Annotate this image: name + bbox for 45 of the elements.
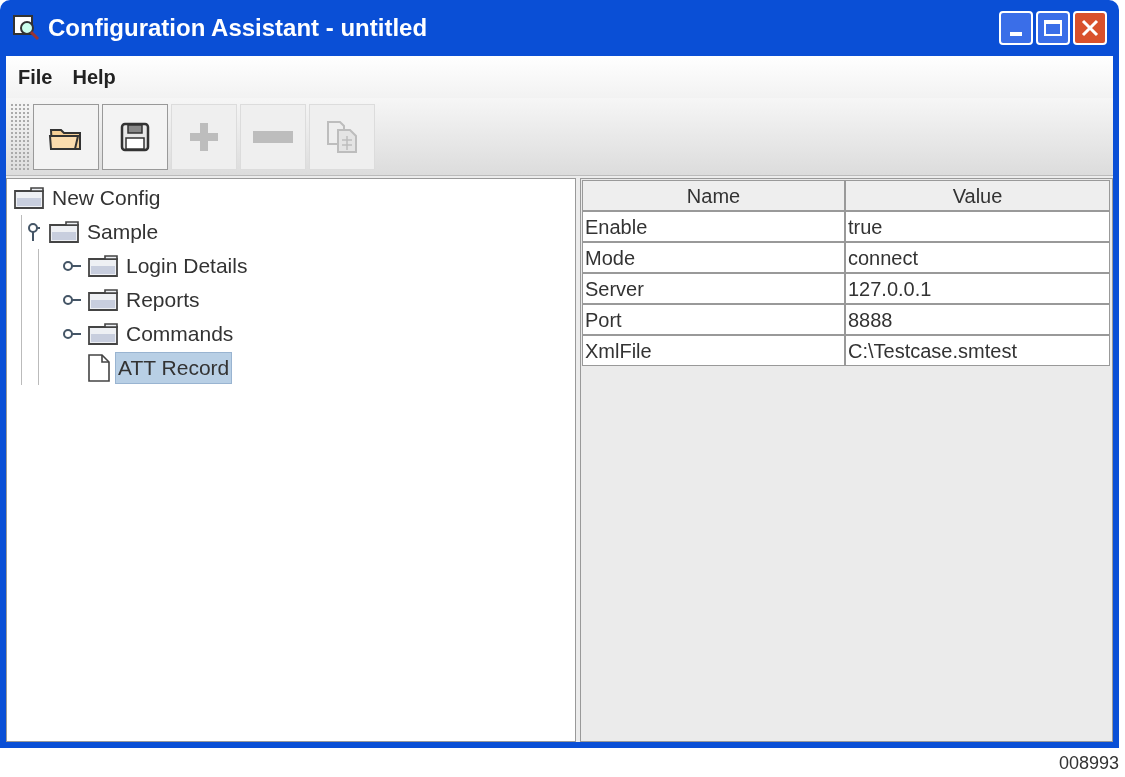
maximize-button[interactable]	[1036, 11, 1070, 45]
column-header[interactable]: Name	[582, 180, 845, 211]
minimize-button[interactable]	[999, 11, 1033, 45]
table-cell: Server	[582, 273, 845, 304]
tree-node[interactable]: New Config	[49, 182, 164, 214]
document-icon	[87, 353, 111, 383]
copy-icon	[326, 119, 358, 154]
table-cell: Port	[582, 304, 845, 335]
maximize-icon	[1044, 20, 1062, 36]
window-title: Configuration Assistant - untitled	[48, 13, 429, 43]
table-cell: Enable	[582, 211, 845, 242]
folder-icon	[48, 220, 80, 244]
close-icon	[1081, 19, 1099, 37]
column-header[interactable]: Value	[845, 180, 1110, 211]
toolbar-button[interactable]	[102, 103, 168, 170]
expanded-handle-icon[interactable]	[26, 222, 40, 242]
figure-number: 008993	[1058, 752, 1119, 775]
folder-icon	[87, 288, 119, 312]
table-cell: Mode	[582, 242, 845, 273]
table-cell: 127.0.0.1	[845, 273, 1110, 304]
menu-item[interactable]: File	[18, 62, 53, 92]
minus-icon	[253, 130, 293, 143]
tree-node[interactable]: Commands	[123, 318, 237, 350]
toolbar-button[interactable]	[33, 103, 99, 170]
table-cell: 8888	[845, 304, 1110, 335]
toolbar-grip[interactable]	[10, 102, 30, 171]
menu-item[interactable]: Help	[72, 62, 116, 92]
folder-icon	[87, 322, 119, 346]
plus-icon	[188, 120, 220, 153]
table-cell: C:\Testcase.smtest	[845, 335, 1110, 366]
minimize-icon	[1010, 32, 1022, 36]
folder-icon	[87, 254, 119, 278]
table-cell: XmlFile	[582, 335, 845, 366]
collapsed-handle-icon[interactable]	[62, 293, 82, 307]
collapsed-handle-icon[interactable]	[62, 327, 82, 341]
tree-node[interactable]: Login Details	[123, 250, 251, 282]
folder-icon	[13, 186, 45, 210]
collapsed-handle-icon[interactable]	[62, 259, 82, 273]
table-cell: connect	[845, 242, 1110, 273]
magnifier-app-icon	[12, 14, 40, 42]
tree-node[interactable]: ATT Record	[115, 352, 233, 384]
tree-node[interactable]: Reports	[123, 284, 203, 316]
table-cell: true	[845, 211, 1110, 242]
tree-node[interactable]: Sample	[84, 216, 162, 248]
close-button[interactable]	[1073, 11, 1107, 45]
